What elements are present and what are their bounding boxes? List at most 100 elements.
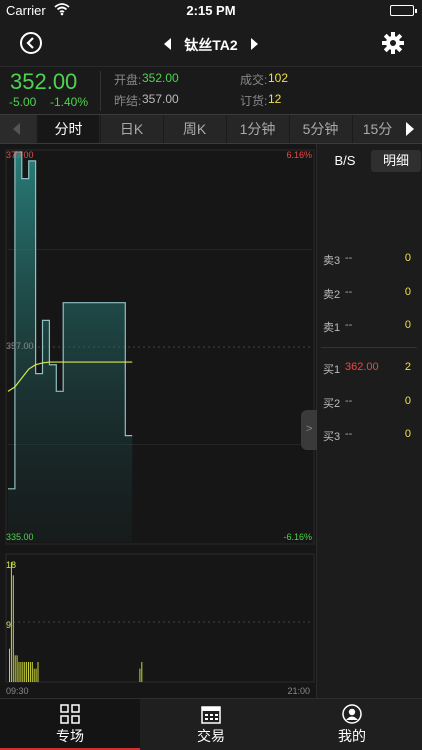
order-row-qty: 0 <box>404 428 411 440</box>
y-tick-label: 335.00 <box>6 532 34 542</box>
tab-trade-label: 交易 <box>197 728 225 744</box>
order-row-label: 买2 <box>323 398 341 410</box>
x-tick-label: 21:00 <box>287 686 310 696</box>
tab-weekly-k[interactable]: 周K <box>163 115 225 143</box>
open-label: 开盘: <box>114 73 142 87</box>
order-row: 卖1 -- 0 <box>323 319 417 337</box>
order-row-label: 卖1 <box>323 322 341 334</box>
clock: 2:15 PM <box>186 3 236 18</box>
order-row-price: 362.00 <box>345 361 379 373</box>
quote-summary: 352.00 -5.00 -1.40% 开盘: 352.00 昨结: 357.0… <box>0 66 422 114</box>
price-change-percent: -1.40% <box>50 95 89 109</box>
order-row-label: 卖3 <box>323 255 341 267</box>
volume-bar <box>9 648 10 682</box>
order-row: 卖3 -- 0 <box>323 252 417 270</box>
order-row-qty: 0 <box>404 252 411 264</box>
volume-bar <box>139 668 141 682</box>
calendar-icon <box>201 706 221 724</box>
volume-tick-label: 9 <box>6 620 11 630</box>
divider <box>321 347 417 348</box>
period-tabs: 分时 日K 周K 1分钟 5分钟 15分 <box>0 114 422 144</box>
order-row: 买2 -- 0 <box>323 395 417 413</box>
tabs-scroll-right-button[interactable] <box>398 115 422 143</box>
volume-bar <box>10 562 12 682</box>
product-switcher: 钛丝TA2 <box>160 34 262 54</box>
chevron-right-icon: > <box>306 423 313 435</box>
tab-daily-k[interactable]: 日K <box>100 115 162 143</box>
tab-15min[interactable]: 15分 <box>352 115 402 143</box>
prev-product-button[interactable] <box>164 38 171 50</box>
volume-panel: 18 9 09:30 21:00 <box>5 553 315 696</box>
order-row-label: 买1 <box>323 364 341 376</box>
volume-bar <box>22 662 24 682</box>
order-row-price: -- <box>345 286 353 298</box>
volume-bar <box>28 662 29 682</box>
volume-bar <box>18 662 20 682</box>
volume-bar <box>33 668 35 682</box>
volume-bar <box>14 655 16 682</box>
next-product-button[interactable] <box>251 38 258 50</box>
volume-bar <box>31 662 33 682</box>
order-row: 买3 -- 0 <box>323 428 417 446</box>
volume-bar <box>16 655 18 682</box>
volume-value: 102 <box>268 71 289 85</box>
tab-timeshare[interactable]: 分时 <box>37 115 99 143</box>
tab-bs[interactable]: B/S <box>321 150 369 172</box>
tab-trade[interactable]: 交易 <box>141 699 281 750</box>
gear-icon <box>382 32 404 54</box>
volume-label: 成交: <box>240 73 268 87</box>
tab-market-label: 专场 <box>56 728 84 744</box>
volume-bar <box>12 575 14 682</box>
user-icon <box>342 704 362 724</box>
nav-bar: 钛丝TA2 <box>0 22 422 66</box>
volume-panel-frame <box>5 553 315 683</box>
tabs-scroll-left-button[interactable] <box>0 115 36 143</box>
chevron-left-icon <box>13 123 20 135</box>
orders-label: 订货: <box>240 94 268 108</box>
volume-bar <box>20 662 22 682</box>
chart-area[interactable]: 379.00 357.00 335.00 6.16% -6.16% 18 9 09:30 21… <box>0 144 316 698</box>
y-tick-label: 357.00 <box>6 341 34 351</box>
divider <box>100 71 101 111</box>
collapse-panel-handle[interactable]: > <box>301 410 317 450</box>
prev-settle-label: 昨结: <box>114 94 142 108</box>
order-row-label: 卖2 <box>323 289 341 301</box>
order-row-label: 买3 <box>323 431 341 443</box>
volume-bar <box>26 662 28 682</box>
price-change: -5.00 <box>9 95 37 109</box>
back-button[interactable] <box>20 32 42 54</box>
tab-market[interactable]: 专场 <box>0 699 140 750</box>
tab-mine-label: 我的 <box>338 728 366 744</box>
tab-detail[interactable]: 明细 <box>371 150 421 172</box>
settings-button[interactable] <box>382 32 404 59</box>
volume-tick-label: 18 <box>6 560 16 570</box>
x-tick-label: 09:30 <box>6 686 29 696</box>
tab-1min[interactable]: 1分钟 <box>226 115 288 143</box>
order-row: 卖2 -- 0 <box>323 286 417 304</box>
open-value: 352.00 <box>142 71 179 85</box>
order-row-qty: 0 <box>404 286 411 298</box>
order-row-qty: 0 <box>404 395 411 407</box>
chevron-left-icon <box>26 37 34 49</box>
order-row: 买1 362.00 2 <box>323 361 417 379</box>
price-panel: 379.00 357.00 335.00 6.16% -6.16% <box>5 149 315 545</box>
volume-bar <box>35 668 37 682</box>
order-row-price: -- <box>345 395 353 407</box>
order-row-qty: 0 <box>404 319 411 331</box>
volume-bar <box>24 662 26 682</box>
bottom-tab-bar: 专场 交易 我的 <box>0 698 422 750</box>
battery-icon <box>390 5 417 16</box>
tab-5min[interactable]: 5分钟 <box>289 115 351 143</box>
y-tick-label-right: 6.16% <box>286 150 312 160</box>
status-bar: Carrier 2:15 PM <box>0 0 422 22</box>
volume-bar <box>141 662 143 682</box>
order-book-panel: B/S 明细 卖3 -- 0 卖2 -- 0 卖1 -- 0 买1 362.00… <box>301 144 422 698</box>
last-price: 352.00 <box>10 69 78 94</box>
order-row-qty: 2 <box>404 361 411 373</box>
order-book-tabs: B/S 明细 <box>321 150 421 172</box>
grid-icon <box>60 704 80 724</box>
prev-settle-value: 357.00 <box>142 92 179 106</box>
volume-bar <box>37 662 39 682</box>
tab-mine[interactable]: 我的 <box>282 699 422 750</box>
page-title: 钛丝TA2 <box>184 37 238 53</box>
